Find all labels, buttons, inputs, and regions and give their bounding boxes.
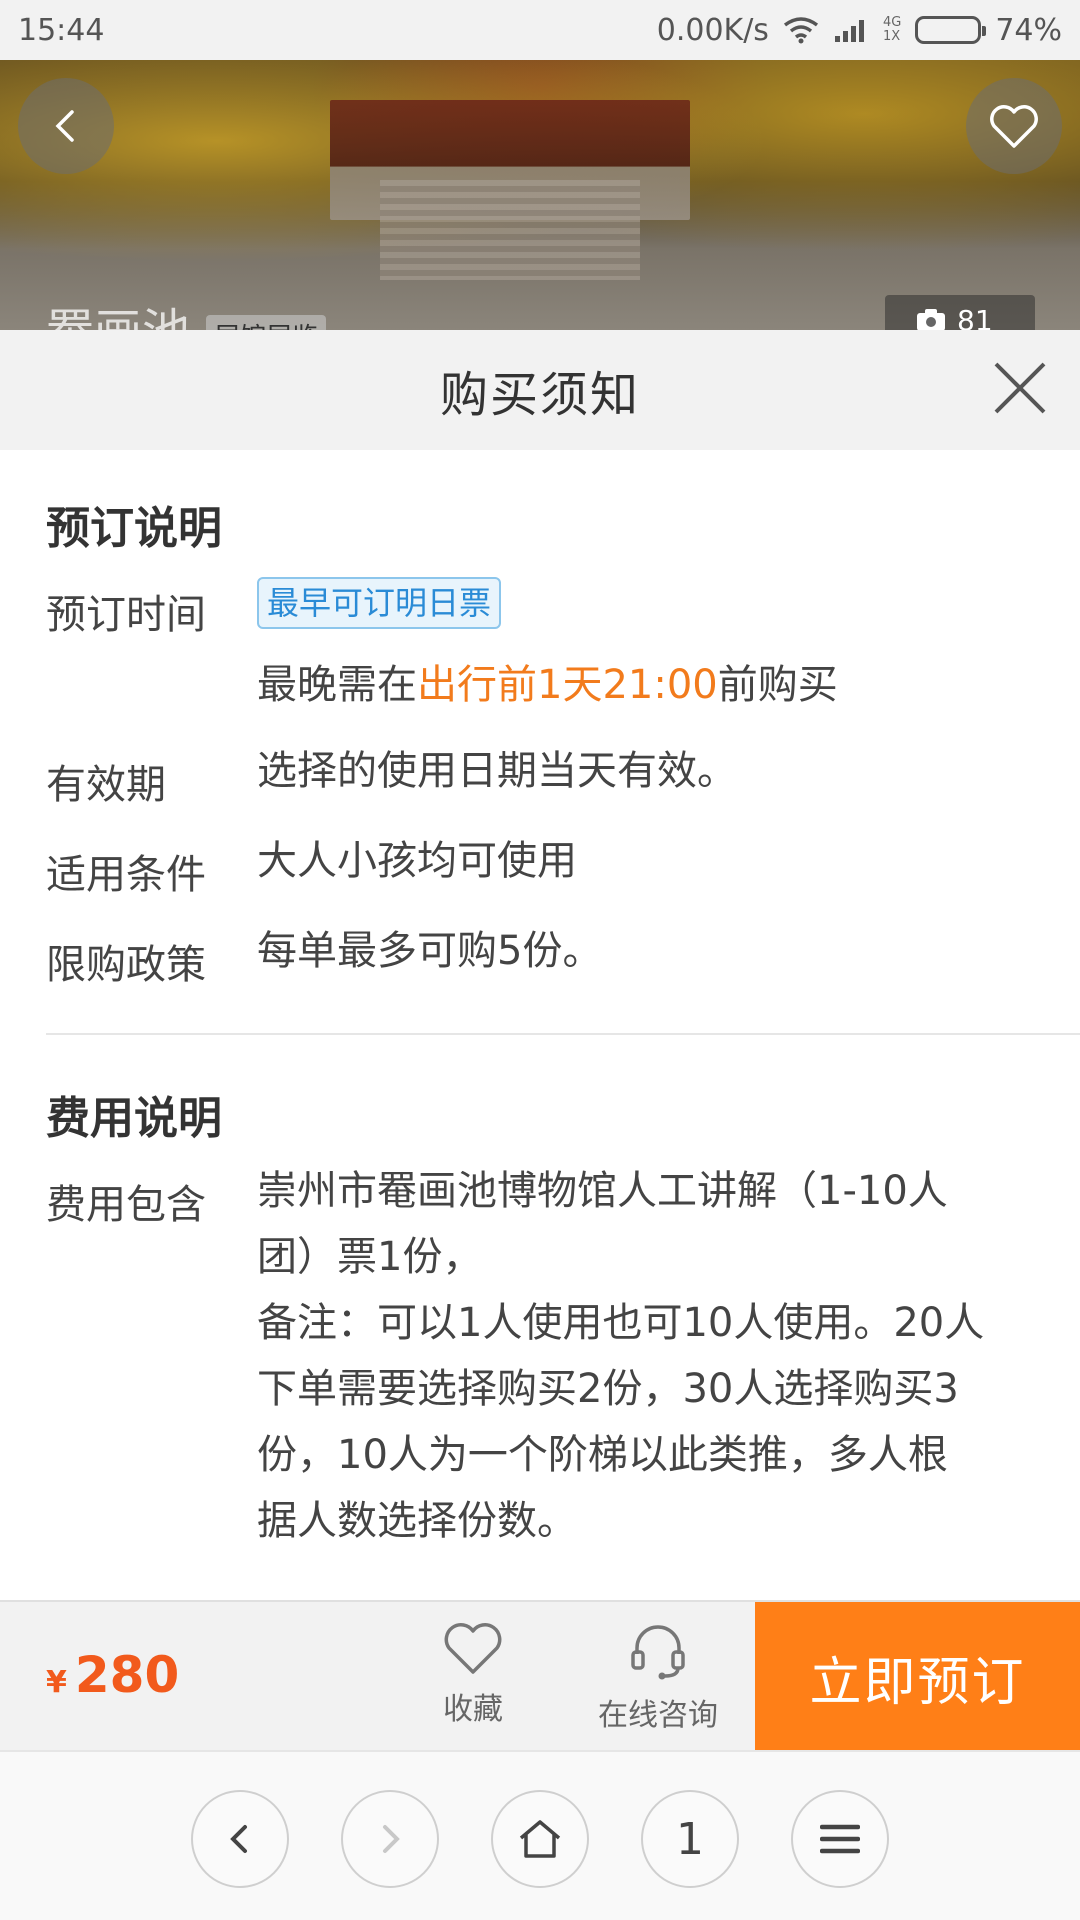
latest-booking-deadline: 出行前1天21:00 bbox=[417, 662, 718, 708]
sheet-header: 购买须知 bbox=[0, 330, 1080, 450]
purchase-notice-content: 预订说明 预订时间 最早可订明日票 最晚需在出行前1天21:00前购买 有效期 … bbox=[0, 450, 1080, 1600]
sheet-title: 购买须知 bbox=[439, 367, 640, 423]
chevron-right-icon bbox=[383, 1825, 400, 1853]
battery-icon bbox=[915, 16, 987, 44]
camera-icon bbox=[917, 309, 945, 330]
online-consult-action[interactable]: 在线咨询 bbox=[578, 1620, 738, 1740]
attraction-title: 罨画池 展馆展览 bbox=[46, 292, 327, 330]
browser-nav-bar: 1 bbox=[0, 1750, 1080, 1920]
photo-count-button[interactable]: 81 bbox=[885, 295, 1035, 330]
heart-icon bbox=[444, 1623, 502, 1674]
close-button[interactable] bbox=[990, 358, 1050, 418]
browser-back-button[interactable] bbox=[191, 1790, 289, 1888]
network-type: 4G 1X bbox=[882, 15, 902, 44]
hero-steps-shape bbox=[380, 180, 640, 280]
browser-menu-button[interactable] bbox=[791, 1790, 889, 1888]
favorite-button[interactable] bbox=[966, 78, 1062, 174]
favorite-action[interactable]: 收藏 bbox=[393, 1620, 553, 1740]
battery-percent: 74% bbox=[995, 12, 1062, 48]
conditions-label: 适用条件 bbox=[46, 852, 206, 898]
browser-home-button[interactable] bbox=[491, 1790, 589, 1888]
section-divider bbox=[46, 1033, 1080, 1035]
heart-icon bbox=[990, 105, 1038, 148]
tab-count: 1 bbox=[676, 1813, 704, 1865]
price-value: 280 bbox=[74, 1646, 180, 1704]
favorite-label: 收藏 bbox=[443, 1692, 503, 1727]
price: ¥ 280 bbox=[46, 1646, 179, 1704]
category-tag: 展馆展览 bbox=[206, 315, 327, 330]
conditions-value: 大人小孩均可使用 bbox=[257, 838, 577, 884]
validity-label: 有效期 bbox=[46, 762, 166, 808]
validity-value: 选择的使用日期当天有效。 bbox=[257, 748, 737, 794]
photo-count-value: 81 bbox=[957, 303, 993, 331]
booking-time-label: 预订时间 bbox=[46, 592, 206, 638]
fees-includes-value: 崇州市罨画池博物馆人工讲解（1-10人 团）票1份， 备注：可以1人使用也可10… bbox=[257, 1168, 985, 1544]
attraction-name: 罨画池 bbox=[46, 292, 190, 330]
status-bar: 15:44 0.00K/s 4G 1X 74% bbox=[0, 0, 1080, 60]
close-icon bbox=[994, 362, 1046, 414]
wifi-icon bbox=[783, 17, 819, 44]
purchase-limit-value: 每单最多可购5份。 bbox=[257, 928, 603, 974]
chevron-left-icon bbox=[230, 1825, 247, 1853]
fees-includes-label: 费用包含 bbox=[46, 1182, 206, 1228]
browser-tabs-button[interactable]: 1 bbox=[641, 1790, 739, 1888]
book-now-button[interactable]: 立即预订 bbox=[755, 1602, 1080, 1752]
online-consult-label: 在线咨询 bbox=[598, 1698, 718, 1733]
browser-forward-button[interactable] bbox=[341, 1790, 439, 1888]
home-icon bbox=[519, 1820, 561, 1858]
back-button[interactable] bbox=[18, 78, 114, 174]
status-indicators: 0.00K/s 4G 1X 74% bbox=[657, 13, 1062, 48]
signal-icon bbox=[834, 20, 864, 42]
headset-icon bbox=[631, 1625, 685, 1680]
hero-image: 罨画池 展馆展览 81 bbox=[0, 60, 1080, 330]
bottom-action-bar: ¥ 280 收藏 在线咨询 立即预订 bbox=[0, 1600, 1080, 1752]
latest-booking-note: 最晚需在出行前1天21:00前购买 bbox=[257, 662, 838, 708]
purchase-limit-label: 限购政策 bbox=[46, 942, 206, 988]
price-currency: ¥ bbox=[46, 1665, 67, 1700]
booking-section-title: 预订说明 bbox=[46, 503, 222, 554]
chevron-left-icon bbox=[55, 110, 74, 142]
earliest-booking-badge: 最早可订明日票 bbox=[257, 577, 502, 629]
fees-section-title: 费用说明 bbox=[46, 1093, 222, 1144]
network-speed: 0.00K/s bbox=[656, 12, 769, 48]
status-time: 15:44 bbox=[18, 12, 105, 48]
menu-icon bbox=[820, 1824, 860, 1854]
booking-time-value: 最早可订明日票 bbox=[257, 568, 1037, 634]
